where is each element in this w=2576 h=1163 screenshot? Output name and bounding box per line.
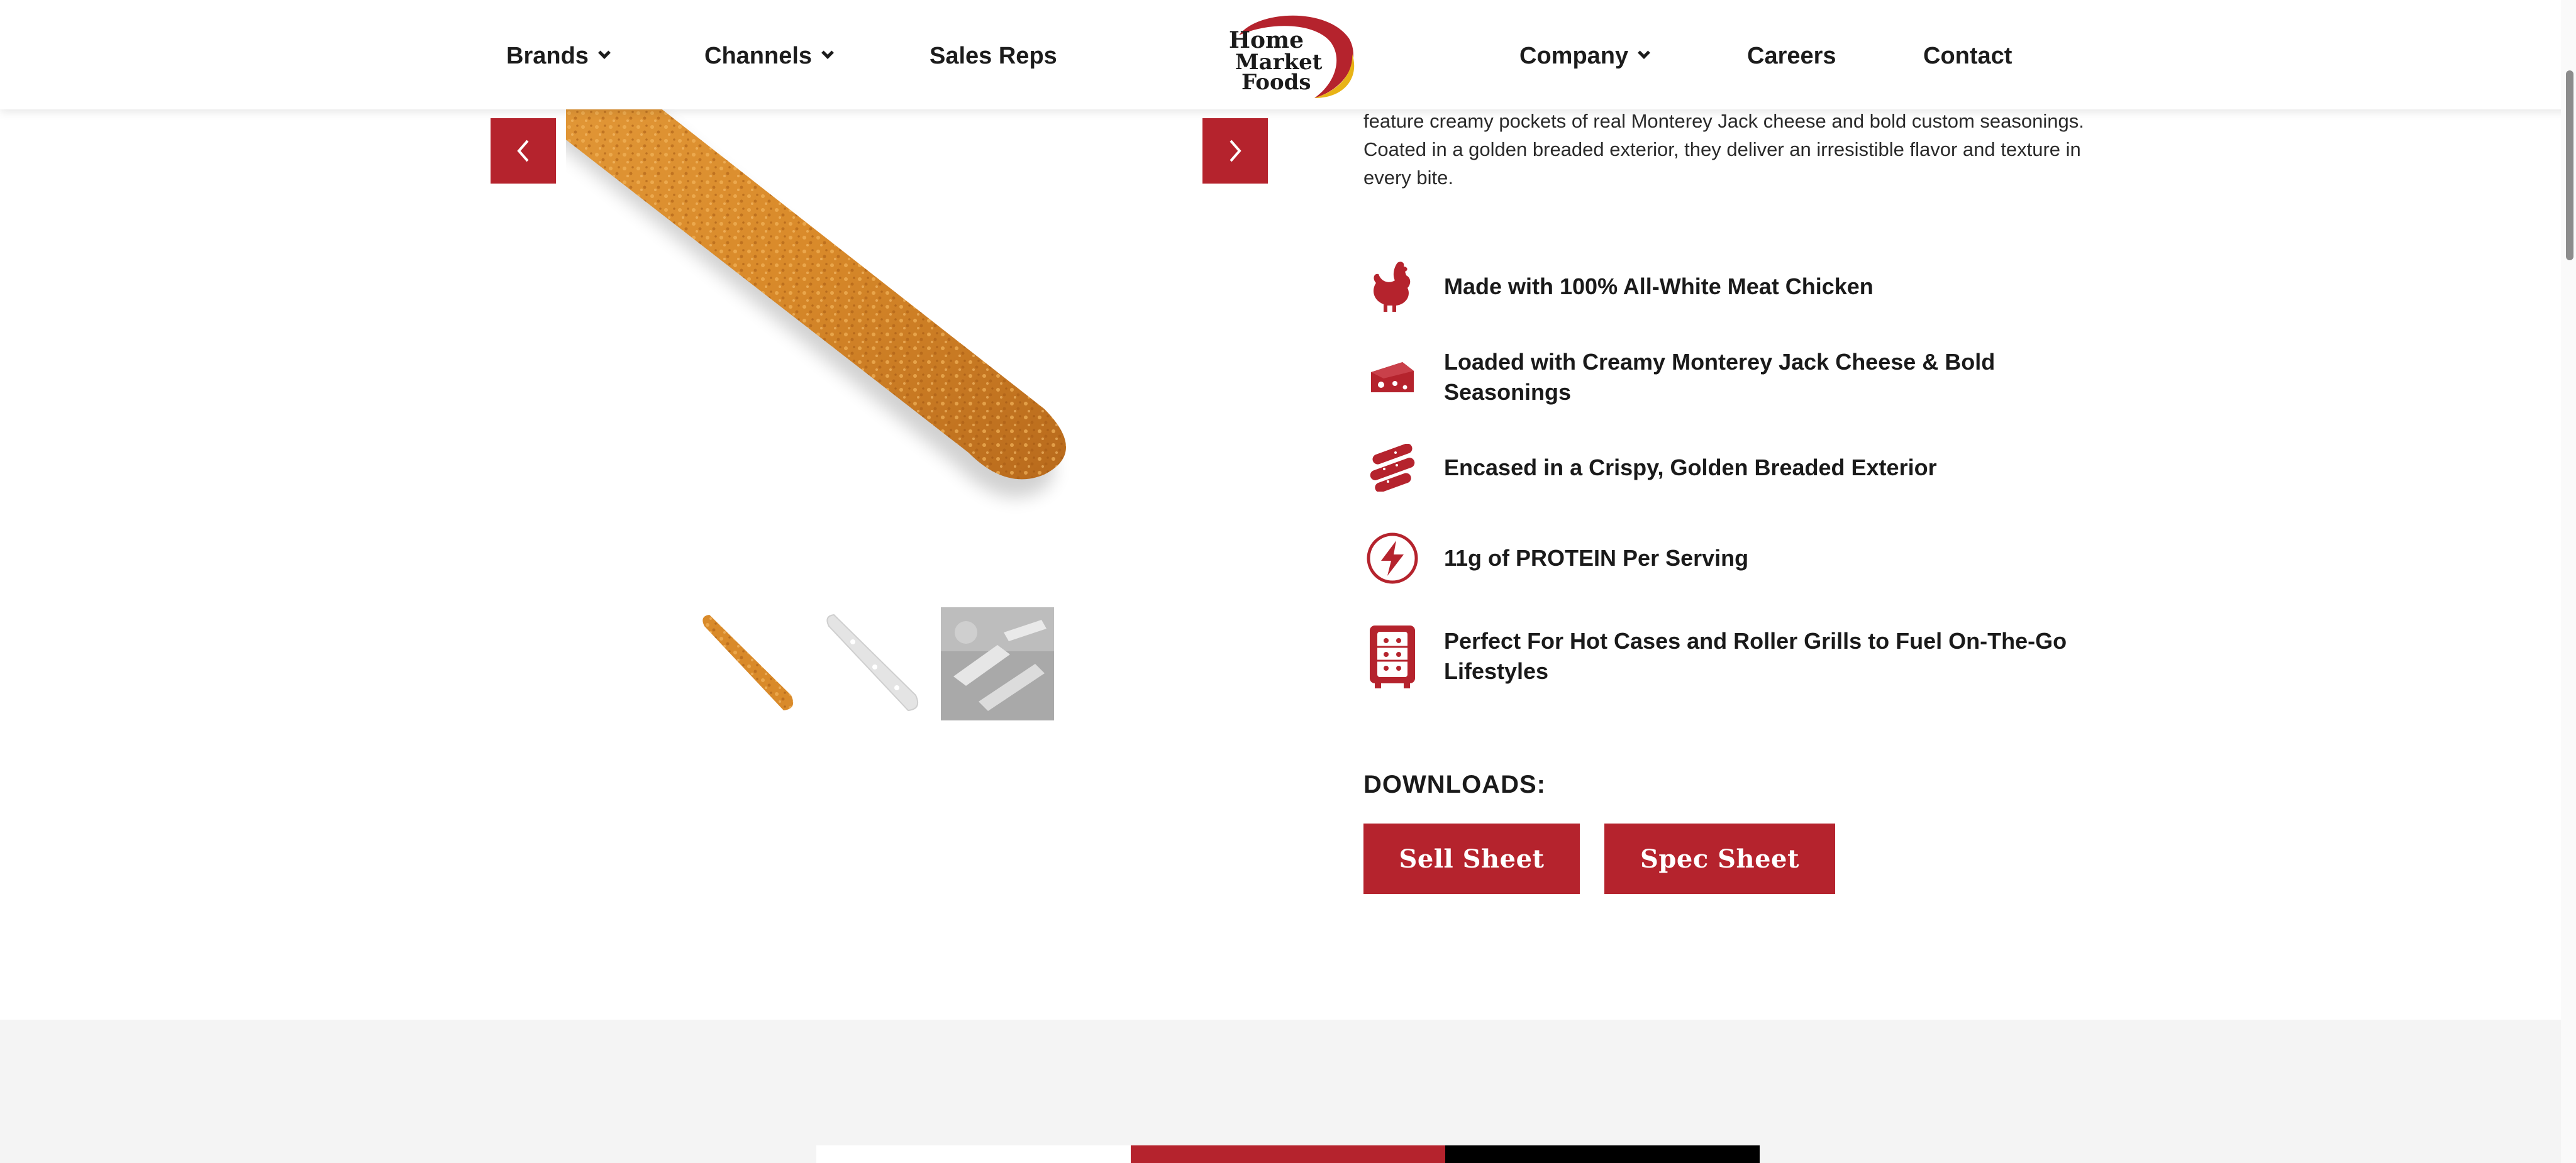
nav-sales-reps-label: Sales Reps xyxy=(930,42,1057,69)
feature-item-protein: 11g of PROTEIN Per Serving xyxy=(1363,526,2098,591)
home-market-foods-logo[interactable]: Home Market Foods xyxy=(1220,10,1358,102)
thumbnail-packaged-sticks[interactable] xyxy=(941,607,1054,720)
nav-company[interactable]: Company xyxy=(1519,39,1651,73)
chevron-right-icon xyxy=(1230,140,1241,162)
site-header: Brands Channels Sales Reps Home Market F… xyxy=(0,0,2576,109)
chevron-left-icon xyxy=(517,140,529,162)
breaded-sticks-icon xyxy=(1363,435,1421,500)
feature-text: Loaded with Creamy Monterey Jack Cheese … xyxy=(1444,349,1996,405)
logo-line-3: Foods xyxy=(1241,70,1311,95)
sell-sheet-button[interactable]: Sell Sheet xyxy=(1363,824,1580,894)
next-section-background xyxy=(0,1020,2576,1163)
cheese-icon xyxy=(1363,344,1421,410)
breaded-stick-image xyxy=(566,82,1066,498)
nav-careers-label: Careers xyxy=(1747,42,1836,69)
nav-channels[interactable]: Channels xyxy=(704,39,834,73)
carousel-prev-button[interactable] xyxy=(491,118,556,184)
feature-text: 11g of PROTEIN Per Serving xyxy=(1444,545,1749,571)
feature-item-cheese: Loaded with Creamy Monterey Jack Cheese … xyxy=(1363,344,2098,410)
feature-item-breaded: Encased in a Crispy, Golden Breaded Exte… xyxy=(1363,435,2098,500)
product-description: feature creamy pockets of real Monterey … xyxy=(1363,110,2084,189)
nav-brands[interactable]: Brands xyxy=(506,39,611,73)
tab-strip-white[interactable] xyxy=(816,1145,1131,1163)
nav-channels-label: Channels xyxy=(704,42,813,69)
nav-careers[interactable]: Careers xyxy=(1747,39,1836,73)
nav-contact[interactable]: Contact xyxy=(1923,39,2012,73)
spec-sheet-button[interactable]: Spec Sheet xyxy=(1604,824,1835,894)
chevron-down-icon xyxy=(598,47,611,59)
tab-strip-red[interactable] xyxy=(1131,1145,1445,1163)
thumbnail-fried-stick[interactable] xyxy=(691,607,804,720)
feature-text: Perfect For Hot Cases and Roller Grills … xyxy=(1444,628,2067,684)
tab-strip-black[interactable] xyxy=(1445,1145,1760,1163)
nav-contact-label: Contact xyxy=(1923,42,2012,69)
chicken-icon xyxy=(1363,254,1421,319)
product-main-image xyxy=(566,82,1289,559)
hot-case-icon xyxy=(1363,624,1421,689)
nav-sales-reps[interactable]: Sales Reps xyxy=(930,39,1057,73)
protein-bolt-icon xyxy=(1363,526,1421,591)
feature-text: Made with 100% All-White Meat Chicken xyxy=(1444,273,1874,299)
feature-item-hot-case: Perfect For Hot Cases and Roller Grills … xyxy=(1363,624,2098,689)
downloads-heading: DOWNLOADS: xyxy=(1363,771,1546,798)
nav-company-label: Company xyxy=(1519,42,1629,69)
nav-brands-label: Brands xyxy=(506,42,589,69)
feature-item-chicken: Made with 100% All-White Meat Chicken xyxy=(1363,254,2098,319)
feature-text: Encased in a Crispy, Golden Breaded Exte… xyxy=(1444,455,1937,480)
carousel-next-button[interactable] xyxy=(1202,118,1268,184)
chevron-down-icon xyxy=(821,47,834,59)
chevron-down-icon xyxy=(1638,47,1651,59)
thumbnail-frozen-stick[interactable] xyxy=(815,607,928,720)
scrollbar-thumb[interactable] xyxy=(2566,70,2573,260)
